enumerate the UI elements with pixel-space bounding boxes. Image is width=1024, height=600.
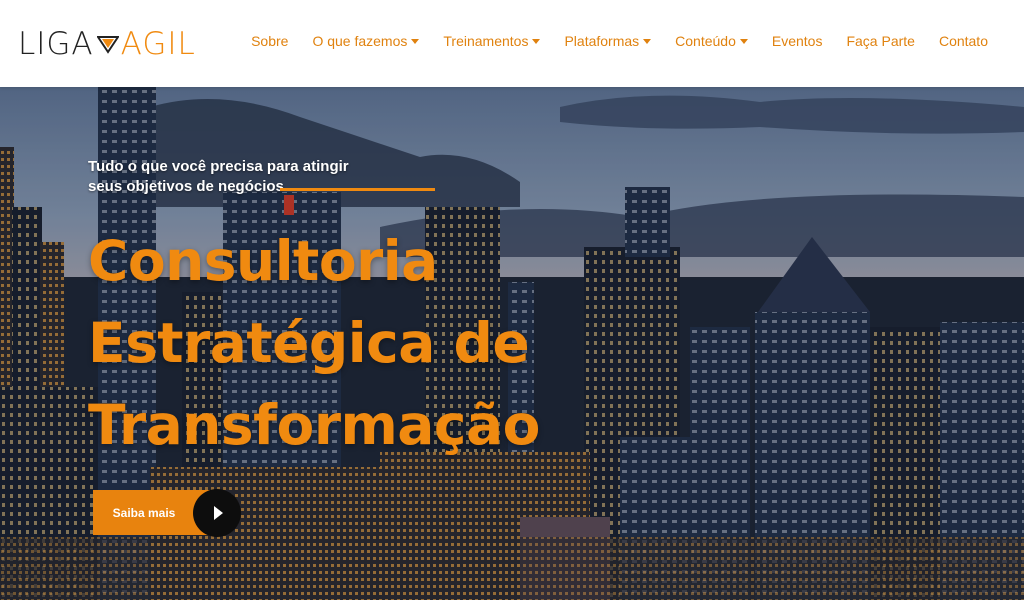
- nav-item-eventos[interactable]: Eventos: [760, 33, 835, 49]
- nav-item-conteudo[interactable]: Conteúdo: [663, 33, 760, 49]
- logo[interactable]: LIGA AGIL: [18, 26, 196, 62]
- nav-item-sobre[interactable]: Sobre: [239, 33, 300, 49]
- headline-line-2: Estratégica de: [88, 311, 530, 375]
- caret-down-icon: [739, 38, 748, 44]
- play-button[interactable]: [193, 488, 241, 537]
- tagline-line-1: Tudo o que você precisa para atingir: [88, 158, 349, 175]
- headline-line-1: Consultoria: [88, 229, 438, 293]
- nav-item-plataformas[interactable]: Plataformas: [552, 33, 663, 49]
- play-icon: [214, 505, 223, 520]
- nav-item-faca-parte[interactable]: Faça Parte: [834, 33, 926, 49]
- hero-headline: Consultoria Estratégica de Transformação: [88, 220, 648, 466]
- nav-item-treinamentos[interactable]: Treinamentos: [431, 33, 552, 49]
- logo-text-liga: LIGA: [18, 26, 94, 62]
- tagline-line-2: seus objetivos de negócios: [88, 178, 284, 195]
- caret-down-icon: [411, 38, 420, 44]
- headline-line-3: Transformação: [88, 393, 540, 457]
- nav-item-o-que-fazemos[interactable]: O que fazemos: [300, 33, 431, 49]
- tagline-underline: [280, 188, 435, 191]
- caret-down-icon: [532, 38, 541, 44]
- caret-down-icon: [643, 38, 652, 44]
- hero-tagline: Tudo o que você precisa para atingir seu…: [88, 157, 388, 197]
- logo-text-agil: AGIL: [120, 26, 196, 62]
- hero-section: Tudo o que você precisa para atingir seu…: [0, 87, 1024, 600]
- cta-group: Saiba mais: [93, 488, 241, 537]
- main-nav: Sobre O que fazemos Treinamentos Platafo…: [239, 33, 1000, 49]
- nav-item-contato[interactable]: Contato: [927, 33, 1000, 49]
- triangle-logo-icon: [96, 36, 119, 54]
- site-header: LIGA AGIL Sobre O que fazemos Treinament…: [0, 0, 1024, 87]
